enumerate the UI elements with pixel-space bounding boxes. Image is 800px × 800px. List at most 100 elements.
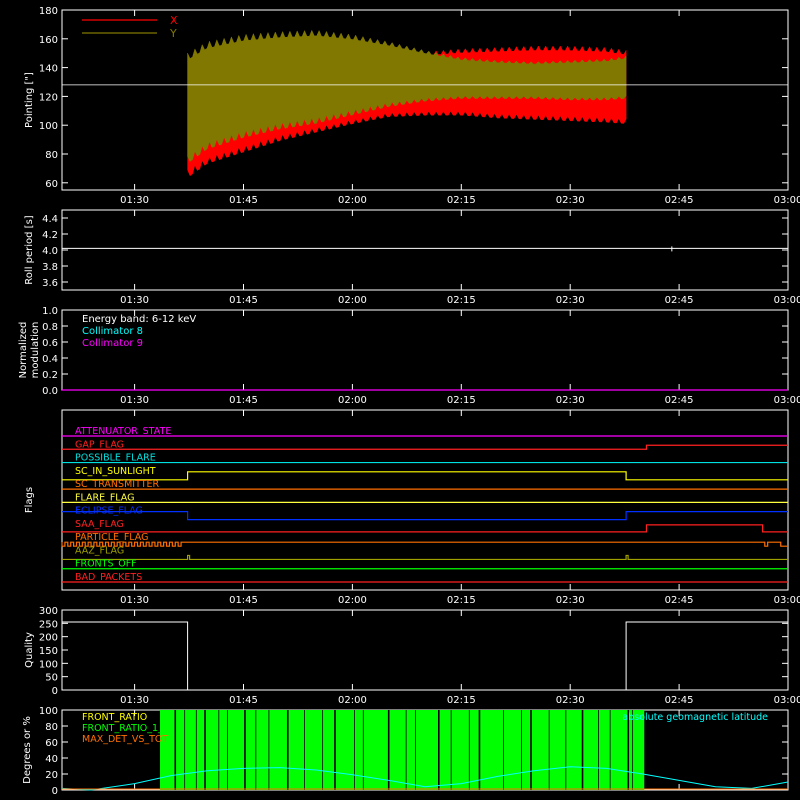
geomag-legend-right: absolute geomagnetic latitude	[622, 712, 768, 723]
modulation-annotation: Collimator 9	[82, 338, 143, 349]
quality-x-tick-label: 02:30	[556, 695, 585, 706]
roll-y-tick-label: 3.8	[42, 262, 58, 273]
flags-x-tick-label: 02:45	[665, 595, 694, 606]
modulation-x-tick-label: 01:45	[229, 395, 258, 406]
roll-x-tick-label: 02:45	[665, 295, 694, 306]
quality-y-tick-label: 0	[52, 686, 58, 697]
modulation-y-tick-label: 0.4	[42, 354, 58, 365]
chart-figure: 01:30 01:45 02:00 02:15 02:30 02:45 03:00 Point…	[18, 6, 800, 797]
geomag-y-tick-label: 40	[45, 754, 58, 765]
roll-x-tick-label: 01:30	[120, 295, 149, 306]
front-ratio-1-2-fill	[160, 710, 645, 790]
quality-y-tick-label: 50	[45, 673, 58, 684]
flag-label-aaz-flag: AAZ_FLAG	[75, 545, 124, 556]
flags-frame	[61, 409, 789, 591]
roll-x-tick-label: 01:45	[229, 295, 258, 306]
quality-y-tick-label: 250	[39, 619, 58, 630]
roll-y-tick-label: 4.4	[42, 214, 58, 225]
pointing-x-tick-label: 02:30	[556, 195, 585, 206]
flag-label-attenuator-state: ATTENUATOR_STATE	[75, 426, 171, 437]
pointing-ylabel: Pointing ["]	[24, 72, 35, 128]
geomag-y-tick-label: 80	[45, 722, 58, 733]
modulation-x-tick-label: 03:00	[774, 395, 800, 406]
quality-x-tick-label: 02:45	[665, 695, 694, 706]
flags-x-tick-label: 02:15	[447, 595, 476, 606]
geomag-legend-label: MAX_DET_VS_TOT	[82, 734, 168, 745]
flag-line-gap-flag	[62, 444, 788, 450]
modulation-y-tick-label: 0.0	[42, 386, 58, 397]
legend-label-X: X	[170, 14, 178, 27]
geomag-legend-label: FRONT_RATIO	[82, 712, 147, 723]
flag-label-particle-flag: PARTICLE_FLAG	[75, 532, 148, 543]
quality-y-tick-label: 200	[39, 633, 58, 644]
quality-y-tick-label: 100	[39, 659, 58, 670]
legend-label-Y: Y	[169, 27, 177, 40]
quality-ylabel: Quality	[24, 632, 35, 668]
geomag-y-tick-label: 20	[45, 770, 58, 781]
pointing-y-tick-label: 160	[39, 35, 58, 46]
modulation-ylabel: modulation	[30, 322, 41, 379]
flags-x-tick-label: 02:00	[338, 595, 367, 606]
pointing-x-tick-label: 02:45	[665, 195, 694, 206]
flag-label-possible-flare: POSSIBLE_FLARE	[75, 453, 156, 464]
modulation-x-tick-label: 02:00	[338, 395, 367, 406]
flag-label-gap-flag: GAP_FLAG	[75, 439, 124, 450]
geomag-y-tick-label: 0	[52, 786, 58, 797]
pointing-x-tick-label: 01:30	[120, 195, 149, 206]
modulation-y-tick-label: 0.6	[42, 338, 58, 349]
flags-x-tick-label: 01:30	[120, 595, 149, 606]
flag-line-particle-flag	[61, 541, 788, 547]
pointing-y-tick-label: 120	[39, 92, 58, 103]
quality-x-tick-label: 01:30	[120, 695, 149, 706]
modulation-y-tick-label: 1.0	[42, 306, 58, 317]
pointing-y-tick-label: 80	[45, 150, 58, 161]
quality-y-tick-label: 150	[39, 646, 58, 657]
modulation-annotation: Energy band: 6-12 keV	[82, 314, 196, 325]
geomag-legend-label: FRONT_RATIO_1_2	[82, 723, 169, 734]
pointing-x-tick-label: 02:00	[338, 195, 367, 206]
geomag-y-tick-label: 100	[39, 706, 58, 717]
roll-x-tick-label: 02:00	[338, 295, 367, 306]
flag-label-sc-in-sunlight: SC_IN_SUNLIGHT	[75, 466, 156, 477]
roll-y-tick-label: 4.2	[42, 230, 58, 241]
modulation-y-tick-label: 0.2	[42, 370, 58, 381]
pointing-y-tick-label: 140	[39, 64, 58, 75]
flags-x-tick-label: 02:30	[556, 595, 585, 606]
flag-line-sc-in-sunlight	[62, 471, 788, 481]
flag-label-saa-flag: SAA_FLAG	[75, 519, 124, 530]
pointing-y-tick-label: 60	[45, 179, 58, 190]
flag-line-aaz-flag	[62, 554, 788, 561]
flag-line-saa-flag	[62, 524, 788, 533]
modulation-x-tick-label: 01:30	[120, 395, 149, 406]
quality-x-tick-label: 02:15	[447, 695, 476, 706]
quality-series	[62, 621, 788, 691]
roll-x-tick-label: 02:15	[447, 295, 476, 306]
flag-label-bad-packets: BAD_PACKETS	[75, 572, 142, 583]
quality-y-tick-label: 300	[39, 606, 58, 617]
flag-label-sc-transmitter: SC_TRANSMITTER	[75, 479, 160, 490]
quality-x-tick-label: 02:00	[338, 695, 367, 706]
flags-x-tick-label: 01:45	[229, 595, 258, 606]
roll-frame	[61, 209, 789, 291]
quality-x-tick-label: 03:00	[774, 695, 800, 706]
modulation-x-tick-label: 02:15	[447, 395, 476, 406]
flags-x-tick-label: 03:00	[774, 595, 800, 606]
geomag-y-tick-label: 60	[45, 738, 58, 749]
modulation-x-tick-label: 02:45	[665, 395, 694, 406]
modulation-x-tick-label: 02:30	[556, 395, 585, 406]
pointing-x-tick-label: 02:15	[447, 195, 476, 206]
modulation-ylabel: Normalized	[18, 322, 29, 379]
quality-x-tick-label: 01:45	[229, 695, 258, 706]
flag-label-eclipse-flag: ECLIPSE_FLAG	[75, 506, 143, 517]
modulation-y-tick-label: 0.8	[42, 322, 58, 333]
roll-y-tick-label: 4.0	[42, 246, 58, 257]
pointing-x-tick-label: 01:45	[229, 195, 258, 206]
flag-line-eclipse-flag	[62, 511, 788, 521]
pointing-y-tick-label: 100	[39, 121, 58, 132]
roll-ylabel: Roll period [s]	[24, 215, 35, 284]
roll-y-tick-label: 3.6	[42, 278, 58, 289]
flag-label-fronts-off: FRONTS_OFF	[75, 559, 137, 570]
flags-ylabel: Flags	[24, 487, 35, 513]
roll-x-tick-label: 02:30	[556, 295, 585, 306]
geomag-ylabel: Degrees or %	[22, 716, 33, 784]
